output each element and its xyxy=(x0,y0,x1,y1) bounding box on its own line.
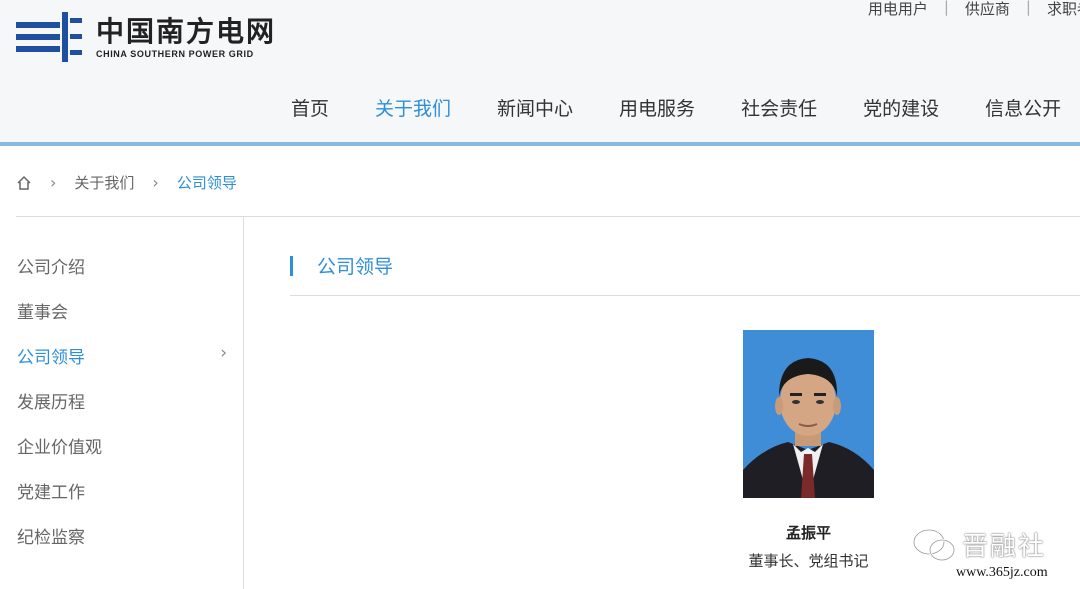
chevron-right-icon: › xyxy=(50,173,57,192)
sidebar: 公司介绍 董事会 公司领导 › 发展历程 企业价值观 党建工作 纪检监察 xyxy=(0,217,244,589)
home-icon[interactable] xyxy=(16,175,32,191)
chevron-right-icon: › xyxy=(220,343,227,363)
sidebar-item-label: 发展历程 xyxy=(17,393,85,413)
chevron-right-icon: › xyxy=(152,173,159,192)
divider xyxy=(290,295,1080,296)
watermark-text: 晋融社 xyxy=(962,532,1047,562)
sidebar-item-label: 公司领导 xyxy=(17,348,85,368)
main-nav: 首页 关于我们 新闻中心 用电服务 社会责任 党的建设 信息公开 xyxy=(291,94,1080,121)
wechat-icon xyxy=(912,528,956,561)
nav-item-responsibility[interactable]: 社会责任 xyxy=(741,94,817,121)
breadcrumb-item-about[interactable]: 关于我们 xyxy=(74,172,134,193)
sidebar-item-party-work[interactable]: 党建工作 xyxy=(17,478,227,503)
top-link-users[interactable]: 用电用户 xyxy=(868,0,928,19)
power-lines-logo-icon xyxy=(16,12,82,62)
sidebar-item-discipline[interactable]: 纪检监察 xyxy=(17,523,227,548)
watermark: 晋融社 xyxy=(912,526,1046,563)
sidebar-item-label: 企业价值观 xyxy=(17,438,102,458)
nav-item-news[interactable]: 新闻中心 xyxy=(497,94,573,121)
top-link-suppliers[interactable]: 供应商 xyxy=(965,0,1010,19)
breadcrumb: › 关于我们 › 公司领导 xyxy=(16,172,237,193)
nav-item-about[interactable]: 关于我们 xyxy=(375,94,451,121)
nav-item-home[interactable]: 首页 xyxy=(291,94,329,121)
section-title-text: 公司领导 xyxy=(317,256,394,278)
sidebar-item-values[interactable]: 企业价值观 xyxy=(17,433,227,458)
portrait-image xyxy=(743,330,874,498)
divider: | xyxy=(943,0,949,16)
sidebar-item-label: 董事会 xyxy=(17,303,68,323)
top-links: 用电用户 | 供应商 | 求职者 xyxy=(868,0,1080,19)
sidebar-item-label: 纪检监察 xyxy=(17,528,85,548)
title-accent-bar xyxy=(290,255,293,276)
sidebar-item-history[interactable]: 发展历程 xyxy=(17,388,227,413)
logo-name-cn: 中国南方电网 xyxy=(96,14,277,48)
leader-photo[interactable] xyxy=(743,330,874,498)
sidebar-item-leaders[interactable]: 公司领导 › xyxy=(17,343,227,368)
sidebar-item-label: 党建工作 xyxy=(17,483,85,503)
sidebar-item-intro[interactable]: 公司介绍 xyxy=(17,253,227,278)
divider: | xyxy=(1025,0,1031,16)
site-logo[interactable]: 中国南方电网 CHINA SOUTHERN POWER GRID xyxy=(16,12,276,62)
breadcrumb-item-current: 公司领导 xyxy=(176,174,237,192)
leader-title: 董事长、党组书记 xyxy=(748,552,869,570)
nav-item-party[interactable]: 党的建设 xyxy=(863,94,939,121)
sidebar-item-label: 公司介绍 xyxy=(17,258,85,278)
site-header: 中国南方电网 CHINA SOUTHERN POWER GRID 用电用户 | … xyxy=(0,0,1080,146)
nav-item-disclosure[interactable]: 信息公开 xyxy=(985,94,1061,121)
section-title: 公司领导 xyxy=(290,252,393,279)
logo-name-en: CHINA SOUTHERN POWER GRID xyxy=(96,48,254,59)
watermark-url: www.365jz.com xyxy=(956,565,1048,580)
leader-name: 孟振平 xyxy=(785,524,831,542)
sidebar-item-board[interactable]: 董事会 xyxy=(17,298,227,323)
nav-item-services[interactable]: 用电服务 xyxy=(619,94,695,121)
top-link-jobseekers[interactable]: 求职者 xyxy=(1047,0,1080,19)
